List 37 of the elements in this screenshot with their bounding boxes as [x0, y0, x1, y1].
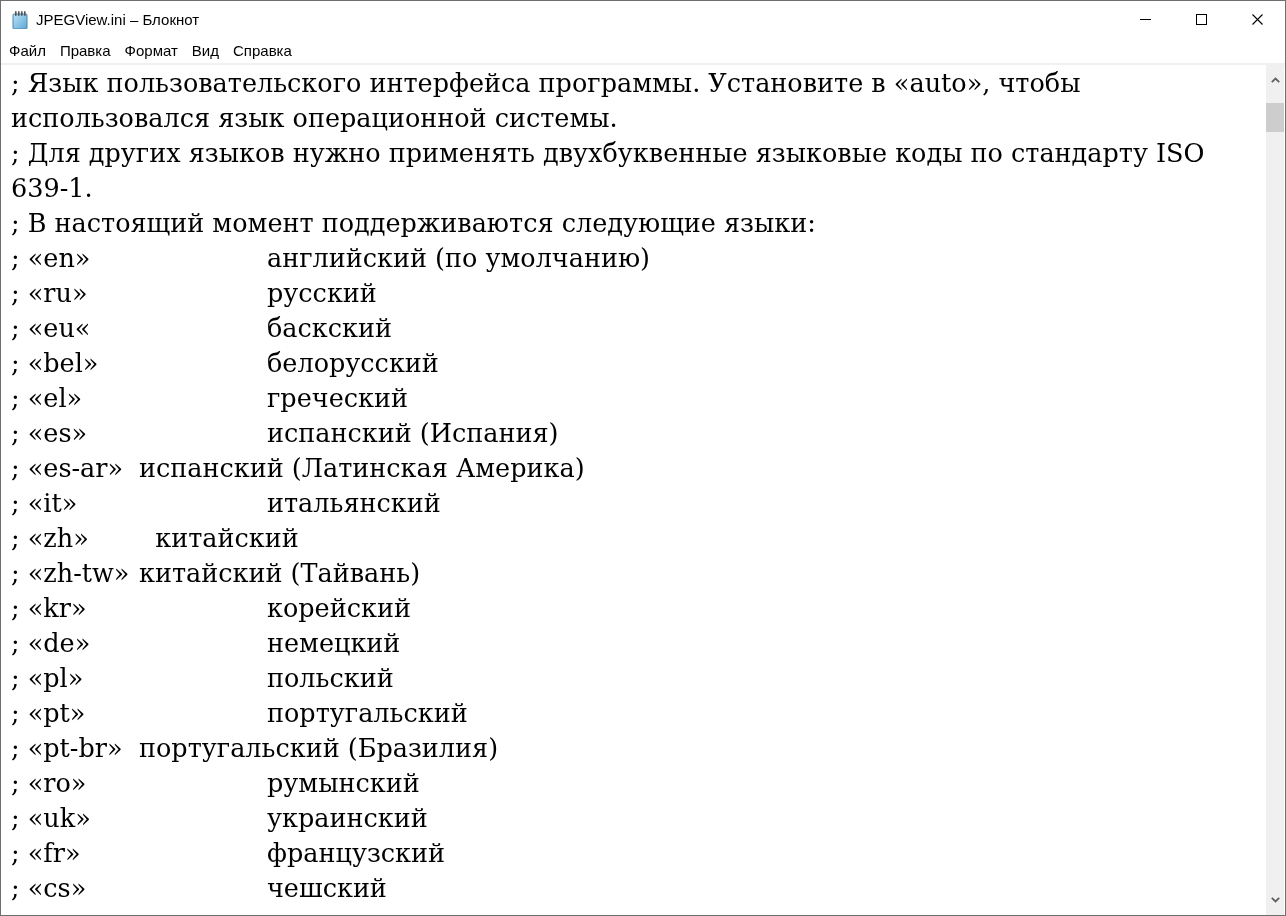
- text-line: ; «zh-tw» китайский (Тайвань): [11, 557, 421, 590]
- text-line: ; «es-ar» испанский (Латинская Америка): [11, 452, 585, 485]
- text-line: ; Язык пользовательского интерфейса программы. Установите в «auto», чтобы: [11, 67, 1081, 100]
- menu-item[interactable]: Файл: [2, 39, 53, 62]
- scrollbar-thumb[interactable]: [1266, 103, 1284, 132]
- text-line: ; «pt-br» португальский (Бразилия): [11, 732, 499, 765]
- text-line: ; «pl» польский: [11, 662, 394, 695]
- text-line: ; Для других языков нужно применять двухбуквенные языковые коды по стандарту ISO: [11, 137, 1205, 170]
- minimize-icon: [1139, 19, 1151, 20]
- menu-item[interactable]: Правка: [52, 39, 118, 62]
- text-line: ; В настоящий момент поддерживаются следующие языки:: [11, 207, 816, 240]
- text-line: ; «cs» чешский: [11, 872, 387, 905]
- text-line: ; «pt» португальский: [11, 697, 468, 730]
- text-line: ; «kr» корейский: [11, 592, 411, 625]
- window-title: JPEGView.ini – Блокнот: [36, 9, 200, 30]
- text-line: ; «el» греческий: [11, 382, 408, 415]
- text-line: ; «zh» китайский: [11, 522, 299, 555]
- chevron-down-icon: [1270, 897, 1280, 903]
- text-line: 639-1.: [11, 172, 93, 205]
- text-line: ; «de» немецкий: [11, 627, 401, 660]
- text-line: ; «eu« баскский: [11, 312, 392, 345]
- text-line: ; «uk» украинский: [11, 802, 428, 835]
- text-line: ; «it» итальянский: [11, 487, 441, 520]
- text-line: использовался язык операционной системы.: [11, 102, 618, 135]
- text-line: ; «ru» русский: [11, 277, 377, 310]
- maximize-icon: [1195, 14, 1207, 25]
- notebook-icon: [12, 10, 28, 29]
- text-line: ; «en» английский (по умолчанию): [11, 242, 651, 275]
- text-line: ; «es» испанский (Испания): [11, 417, 559, 450]
- close-icon: [1251, 14, 1263, 25]
- text-line: ; «ro» румынский: [11, 767, 420, 800]
- menu-item[interactable]: Формат: [117, 39, 185, 62]
- text-line: ; «bel» белорусский: [11, 347, 439, 380]
- chevron-up-icon: [1270, 77, 1280, 83]
- menu-item[interactable]: Вид: [184, 39, 226, 62]
- text-line: ; «fr» французский: [11, 837, 445, 870]
- menu-item[interactable]: Справка: [226, 39, 299, 62]
